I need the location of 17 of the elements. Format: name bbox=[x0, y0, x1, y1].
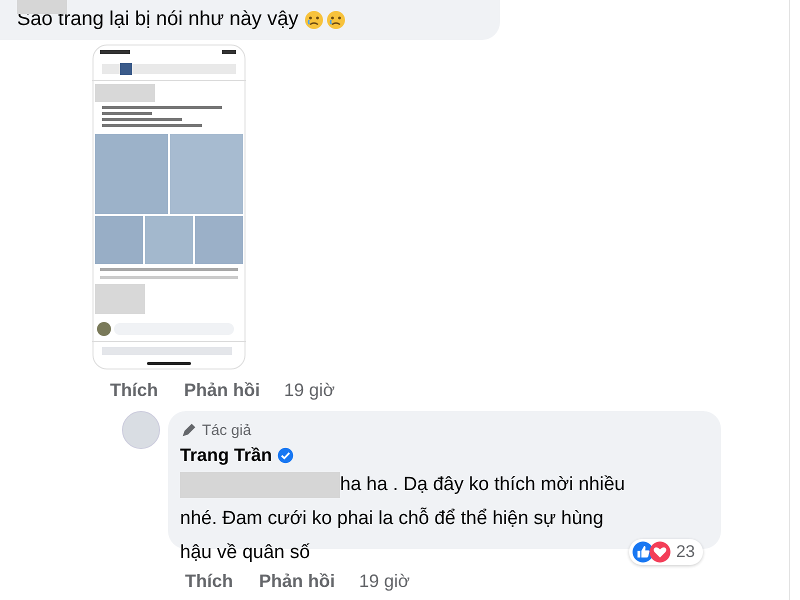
timestamp: 19 giờ bbox=[284, 380, 335, 401]
reply-text-line: ha ha . Dạ đây ko thích mời nhiều bbox=[340, 474, 625, 496]
comment-action-link[interactable]: Thích bbox=[110, 380, 158, 401]
comment-action-link[interactable]: Phản hồi bbox=[259, 571, 335, 592]
sad-face-icon bbox=[326, 10, 346, 30]
timestamp: 19 giờ bbox=[359, 571, 410, 592]
reply-text-line: hậu về quân số bbox=[180, 542, 310, 564]
reply-text-line: nhé. Đam cưới ko phai la chỗ để thể hiện sự hùng bbox=[180, 508, 604, 530]
author-label: Tác giả bbox=[202, 422, 252, 438]
blurred-patch bbox=[17, 0, 67, 14]
avatar bbox=[122, 411, 160, 449]
sad-face-icon bbox=[304, 10, 324, 30]
pen-icon bbox=[180, 421, 198, 439]
comment-action-link[interactable]: Phản hồi bbox=[184, 380, 260, 401]
comment-action-link[interactable]: Thích bbox=[185, 571, 233, 592]
author-name[interactable]: Trang Trần bbox=[180, 445, 272, 466]
reaction-pill[interactable]: 23 bbox=[629, 539, 703, 565]
